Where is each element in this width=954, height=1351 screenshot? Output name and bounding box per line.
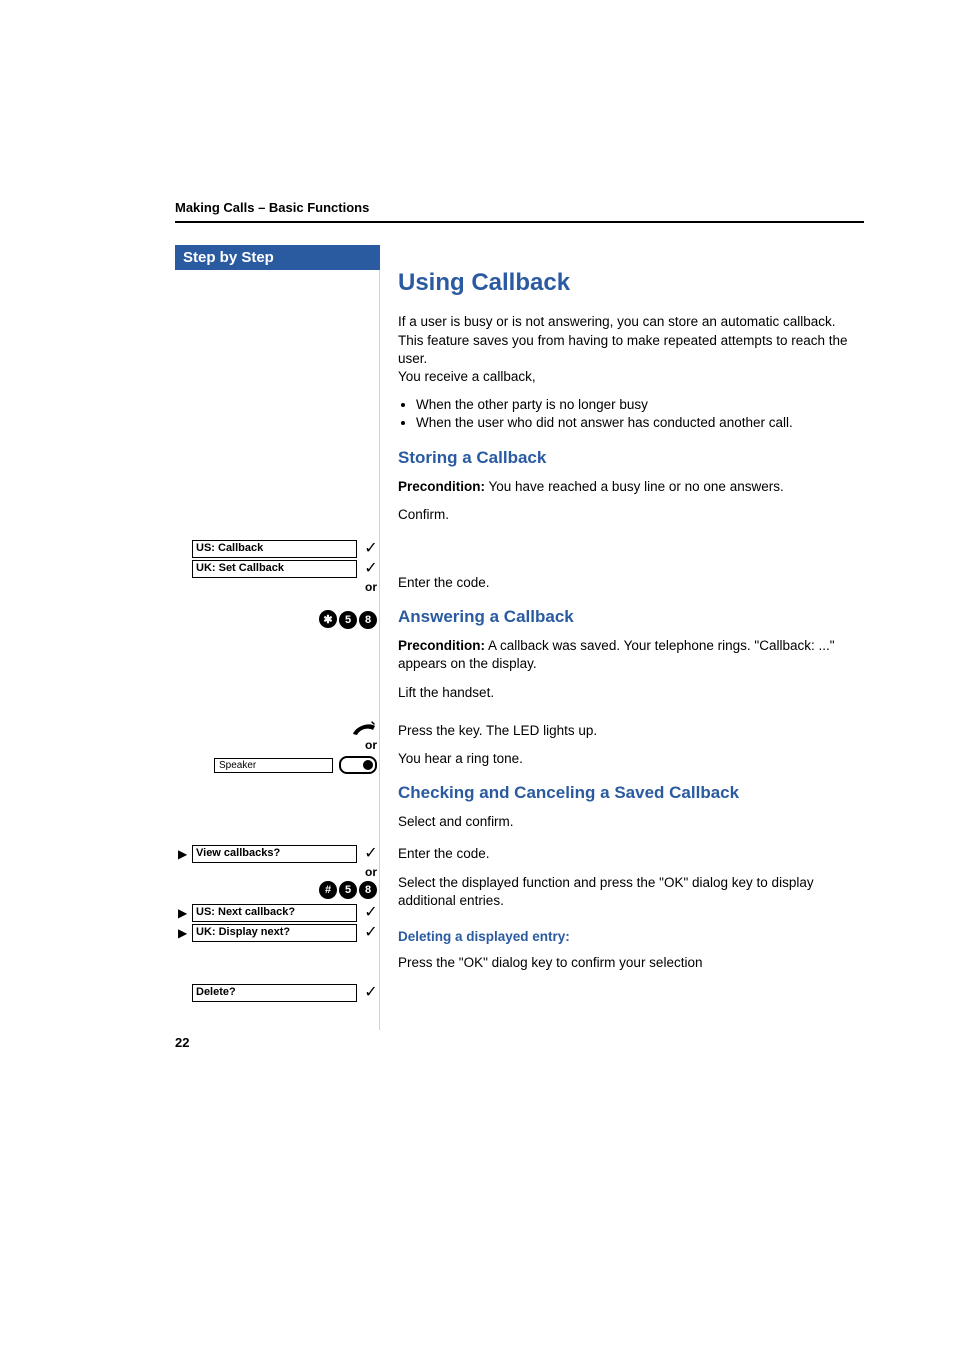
display-option-uk-set-callback: UK: Set Callback [192, 560, 357, 578]
confirm-line: Confirm. [398, 506, 864, 524]
check-icon: ✓ [363, 846, 379, 862]
display-option-view-callbacks: View callbacks? [192, 845, 357, 863]
heading-checking-callback: Checking and Canceling a Saved Callback [398, 782, 864, 805]
running-head: Making Calls – Basic Functions [175, 200, 864, 215]
lift-handset-line: Lift the handset. [398, 684, 864, 702]
display-row: UK: Set Callback ✓ [174, 560, 379, 578]
display-row: ▶ View callbacks? ✓ [174, 845, 379, 863]
check-icon: ✓ [363, 985, 379, 1001]
display-row: US: Callback ✓ [174, 540, 379, 558]
check-icon: ✓ [363, 561, 379, 577]
or-label: or [174, 865, 379, 879]
key-hash-icon: # [319, 881, 337, 899]
or-label: or [174, 580, 379, 594]
key-5-icon: 5 [339, 881, 357, 899]
precondition-text: You have reached a busy line or no one a… [485, 479, 784, 494]
view-callbacks-block: ▶ View callbacks? ✓ or # 5 8 [174, 845, 379, 899]
sidebar-rule: US: Callback ✓ UK: Set Callback ✓ or ✱ 5… [175, 270, 380, 1030]
key-star-icon: ✱ [319, 610, 337, 628]
speaker-key-row: Speaker [174, 756, 379, 774]
heading-using-callback: Using Callback [398, 267, 864, 299]
check-icon: ✓ [363, 925, 379, 941]
delete-block: Delete? ✓ [174, 984, 379, 1004]
sidebar-title: Step by Step [175, 245, 380, 270]
key-8-icon: 8 [359, 881, 377, 899]
key-5-icon: 5 [339, 611, 357, 629]
storing-display-block: US: Callback ✓ UK: Set Callback ✓ or [174, 540, 379, 594]
heading-answering-callback: Answering a Callback [398, 606, 864, 629]
select-arrow-icon: ▶ [178, 906, 187, 920]
next-callback-block: ▶ US: Next callback? ✓ ▶ UK: Display nex… [174, 904, 379, 944]
answering-handset-block: or [174, 720, 379, 752]
intro-text: If a user is busy or is not answering, y… [398, 314, 848, 384]
key-code: ✱ 5 8 [174, 610, 379, 629]
bullet-item: When the user who did not answer has con… [416, 414, 864, 432]
precondition-label: Precondition: [398, 638, 485, 653]
select-arrow-icon: ▶ [178, 926, 187, 940]
main-column: Using Callback If a user is busy or is n… [380, 245, 864, 983]
check-icon: ✓ [363, 905, 379, 921]
speaker-key-label: Speaker [214, 758, 333, 773]
select-arrow-icon: ▶ [178, 847, 187, 861]
intro-bullets: When the other party is no longer busy W… [398, 396, 864, 432]
check-icon: ✓ [363, 541, 379, 557]
key-code: # 5 8 [174, 881, 379, 899]
select-confirm-line: Select and confirm. [398, 813, 864, 831]
key-8-icon: 8 [359, 611, 377, 629]
enter-code-line: Enter the code. [398, 845, 864, 863]
bullet-item: When the other party is no longer busy [416, 396, 864, 414]
display-row: ▶ UK: Display next? ✓ [174, 924, 379, 942]
two-column-layout: Step by Step US: Callback ✓ UK: Set Call… [175, 245, 864, 1030]
display-option-next-callback-us: US: Next callback? [192, 904, 357, 922]
header-rule [175, 221, 864, 223]
delete-confirm-text: Press the "OK" dialog key to confirm you… [398, 954, 864, 972]
or-label: or [174, 738, 379, 752]
lift-handset-row [174, 720, 379, 738]
display-option-us-callback: US: Callback [192, 540, 357, 558]
page: Making Calls – Basic Functions Step by S… [0, 0, 954, 1090]
answering-precondition: Precondition: A callback was saved. Your… [398, 637, 864, 673]
led-key-icon [339, 756, 377, 774]
storing-code-block: ✱ 5 8 [174, 610, 379, 629]
storing-precondition: Precondition: You have reached a busy li… [398, 478, 864, 496]
next-callback-text: Select the displayed function and press … [398, 874, 864, 910]
precondition-label: Precondition: [398, 479, 485, 494]
heading-storing-callback: Storing a Callback [398, 447, 864, 470]
display-row: Delete? ✓ [174, 984, 379, 1002]
step-sidebar: Step by Step US: Callback ✓ UK: Set Call… [175, 245, 380, 1030]
intro-paragraph: If a user is busy or is not answering, y… [398, 313, 864, 386]
answering-speaker-block: Speaker [174, 756, 379, 774]
heading-deleting-entry: Deleting a displayed entry: [398, 928, 864, 946]
enter-code-line: Enter the code. [398, 574, 864, 592]
display-option-delete: Delete? [192, 984, 357, 1002]
display-option-display-next-uk: UK: Display next? [192, 924, 357, 942]
handset-icon [351, 720, 377, 738]
page-number: 22 [175, 1035, 189, 1050]
press-key-line: Press the key. The LED lights up. [398, 722, 864, 740]
ring-tone-line: You hear a ring tone. [398, 750, 864, 768]
display-row: ▶ US: Next callback? ✓ [174, 904, 379, 922]
